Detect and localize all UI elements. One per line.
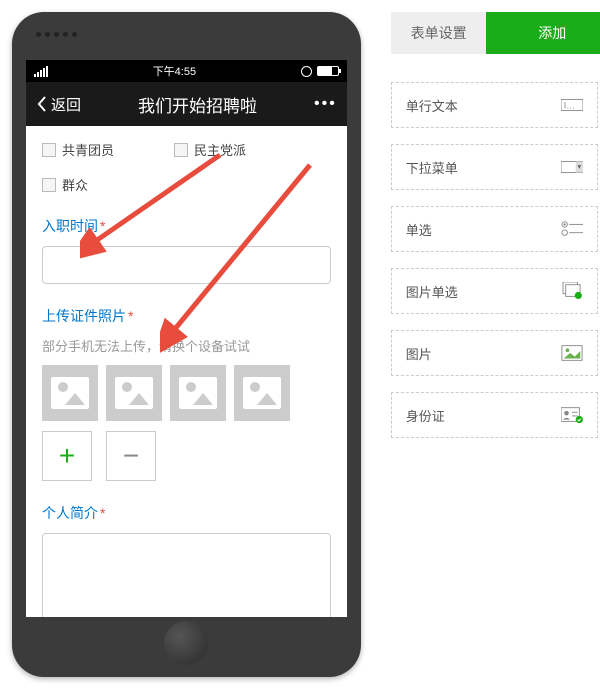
phone-mockup: 下午4:55 返回 我们开始招聘啦 ••• 共青团员 bbox=[12, 12, 361, 677]
home-button bbox=[164, 621, 208, 665]
checkbox-opt3[interactable]: 群众 bbox=[42, 175, 88, 194]
nav-bar: 返回 我们开始招聘啦 ••• bbox=[26, 82, 347, 126]
checkbox-opt2[interactable]: 民主党派 bbox=[174, 140, 246, 159]
checkbox-icon bbox=[42, 178, 56, 192]
field-item-text[interactable]: 单行文本 I… bbox=[391, 82, 598, 128]
checkbox-label: 民主党派 bbox=[194, 140, 246, 159]
field-label: 单行文本 bbox=[406, 96, 458, 115]
field-label: 单选 bbox=[406, 220, 432, 239]
back-button[interactable]: 返回 bbox=[36, 94, 81, 115]
add-image-button[interactable]: + bbox=[42, 431, 92, 481]
field-label: 图片 bbox=[406, 344, 432, 363]
field-label: 身份证 bbox=[406, 406, 445, 425]
svg-text:I…: I… bbox=[564, 101, 576, 111]
field-item-dropdown[interactable]: 下拉菜单 bbox=[391, 144, 598, 190]
idcard-icon bbox=[561, 406, 583, 424]
checkbox-opt1[interactable]: 共青团员 bbox=[42, 140, 114, 159]
dropdown-icon bbox=[561, 158, 583, 176]
radio-icon bbox=[561, 220, 583, 238]
field-label: 下拉菜单 bbox=[406, 158, 458, 177]
start-date-input[interactable] bbox=[42, 246, 331, 284]
speaker-dots bbox=[36, 32, 77, 37]
chevron-left-icon bbox=[36, 95, 48, 113]
nav-title: 我们开始招聘啦 bbox=[138, 92, 257, 117]
bio-label: 个人简介* bbox=[42, 503, 331, 523]
upload-label: 上传证件照片* bbox=[42, 306, 331, 326]
upload-row bbox=[42, 365, 331, 421]
remove-image-button[interactable]: − bbox=[106, 431, 156, 481]
field-label: 图片单选 bbox=[406, 282, 458, 301]
field-item-image[interactable]: 图片 bbox=[391, 330, 598, 376]
text-field-icon: I… bbox=[561, 96, 583, 114]
image-icon bbox=[561, 344, 583, 362]
field-item-radio[interactable]: 单选 bbox=[391, 206, 598, 252]
start-date-label: 入职时间* bbox=[42, 216, 331, 236]
bio-textarea[interactable] bbox=[42, 533, 331, 617]
required-star: * bbox=[100, 505, 105, 521]
image-radio-icon bbox=[561, 282, 583, 300]
upload-slot[interactable] bbox=[42, 365, 98, 421]
required-star: * bbox=[128, 308, 133, 324]
signal-icon bbox=[34, 66, 48, 77]
checkbox-label: 群众 bbox=[62, 175, 88, 194]
upload-hint: 部分手机无法上传，请换个设备试试 bbox=[42, 336, 331, 355]
status-bar: 下午4:55 bbox=[26, 60, 347, 82]
more-button[interactable]: ••• bbox=[314, 95, 337, 113]
upload-slot[interactable] bbox=[106, 365, 162, 421]
field-item-image-radio[interactable]: 图片单选 bbox=[391, 268, 598, 314]
tab-form-settings[interactable]: 表单设置 bbox=[391, 12, 487, 54]
checkbox-icon bbox=[42, 143, 56, 157]
field-item-idcard[interactable]: 身份证 bbox=[391, 392, 598, 438]
upload-slot[interactable] bbox=[234, 365, 290, 421]
checkbox-label: 共青团员 bbox=[62, 140, 114, 159]
alarm-icon bbox=[301, 66, 312, 77]
battery-icon bbox=[317, 66, 339, 76]
required-star: * bbox=[100, 218, 105, 234]
sidebar: 表单设置 添加 单行文本 I… 下拉菜单 单选 图片单选 图片 bbox=[391, 12, 600, 677]
form-body: 共青团员 民主党派 群众 入职时间* bbox=[26, 126, 347, 617]
upload-slot[interactable] bbox=[170, 365, 226, 421]
clock-text: 下午4:55 bbox=[153, 63, 196, 79]
tab-add-field[interactable]: 添加 bbox=[486, 12, 600, 54]
checkbox-icon bbox=[174, 143, 188, 157]
screen: 下午4:55 返回 我们开始招聘啦 ••• 共青团员 bbox=[26, 60, 347, 617]
